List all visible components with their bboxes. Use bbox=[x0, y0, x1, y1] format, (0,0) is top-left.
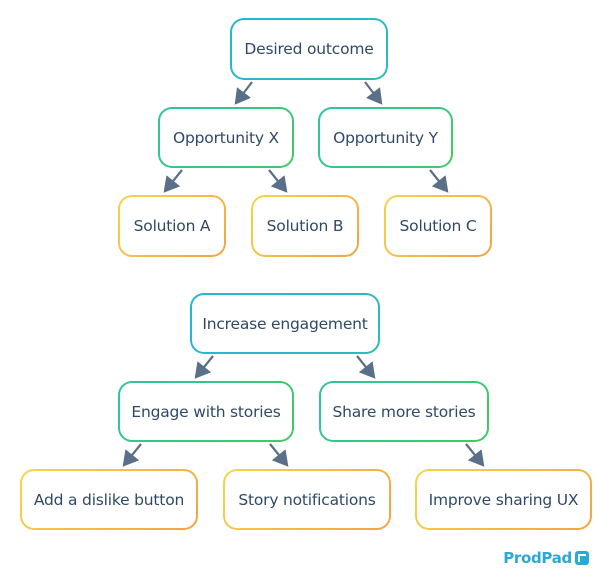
arrow-opp1-to-sol2 bbox=[269, 443, 289, 467]
solution-node: Story notifications bbox=[223, 469, 391, 530]
arrow-outcome-to-opp-x bbox=[234, 81, 253, 105]
arrow-outcome2-to-opp1 bbox=[194, 355, 214, 379]
opportunity-label: Opportunity Y bbox=[320, 109, 451, 166]
solution-label: Solution A bbox=[120, 197, 224, 255]
opportunity-label: Opportunity X bbox=[160, 109, 292, 166]
solution-label: Story notifications bbox=[225, 471, 389, 528]
opportunity-node: Engage with stories bbox=[118, 381, 294, 442]
solution-label: Add a dislike button bbox=[22, 471, 196, 528]
solution-label: Improve sharing UX bbox=[417, 471, 590, 528]
solution-node: Improve sharing UX bbox=[415, 469, 592, 530]
solution-node: Solution A bbox=[118, 195, 226, 257]
prodpad-logo: ProdPad bbox=[503, 549, 589, 567]
solution-node: Solution C bbox=[384, 195, 492, 257]
opportunity-label: Engage with stories bbox=[120, 383, 292, 440]
outcome-node: Desired outcome bbox=[230, 18, 388, 80]
arrow-opp-y-to-sol-c bbox=[429, 169, 449, 193]
arrow-outcome-to-opp-y bbox=[364, 81, 383, 105]
opportunity-node: Opportunity X bbox=[158, 107, 294, 168]
solution-label: Solution B bbox=[253, 197, 357, 255]
solution-label: Solution C bbox=[386, 197, 490, 255]
outcome-node: Increase engagement bbox=[190, 293, 380, 354]
arrow-opp-x-to-sol-b bbox=[268, 169, 288, 193]
prodpad-logo-icon bbox=[575, 551, 589, 565]
arrow-opp-x-to-sol-a bbox=[163, 169, 183, 193]
opportunity-node: Share more stories bbox=[319, 381, 489, 442]
outcome-label: Desired outcome bbox=[232, 20, 386, 78]
arrow-opp1-to-sol1 bbox=[122, 443, 142, 467]
opportunity-label: Share more stories bbox=[321, 383, 487, 440]
arrow-opp2-to-sol3 bbox=[465, 443, 485, 467]
arrow-outcome2-to-opp2 bbox=[356, 355, 376, 379]
solution-node: Add a dislike button bbox=[20, 469, 198, 530]
solution-node: Solution B bbox=[251, 195, 359, 257]
outcome-label: Increase engagement bbox=[192, 295, 378, 352]
opportunity-node: Opportunity Y bbox=[318, 107, 453, 168]
logo-text: ProdPad bbox=[503, 549, 572, 567]
